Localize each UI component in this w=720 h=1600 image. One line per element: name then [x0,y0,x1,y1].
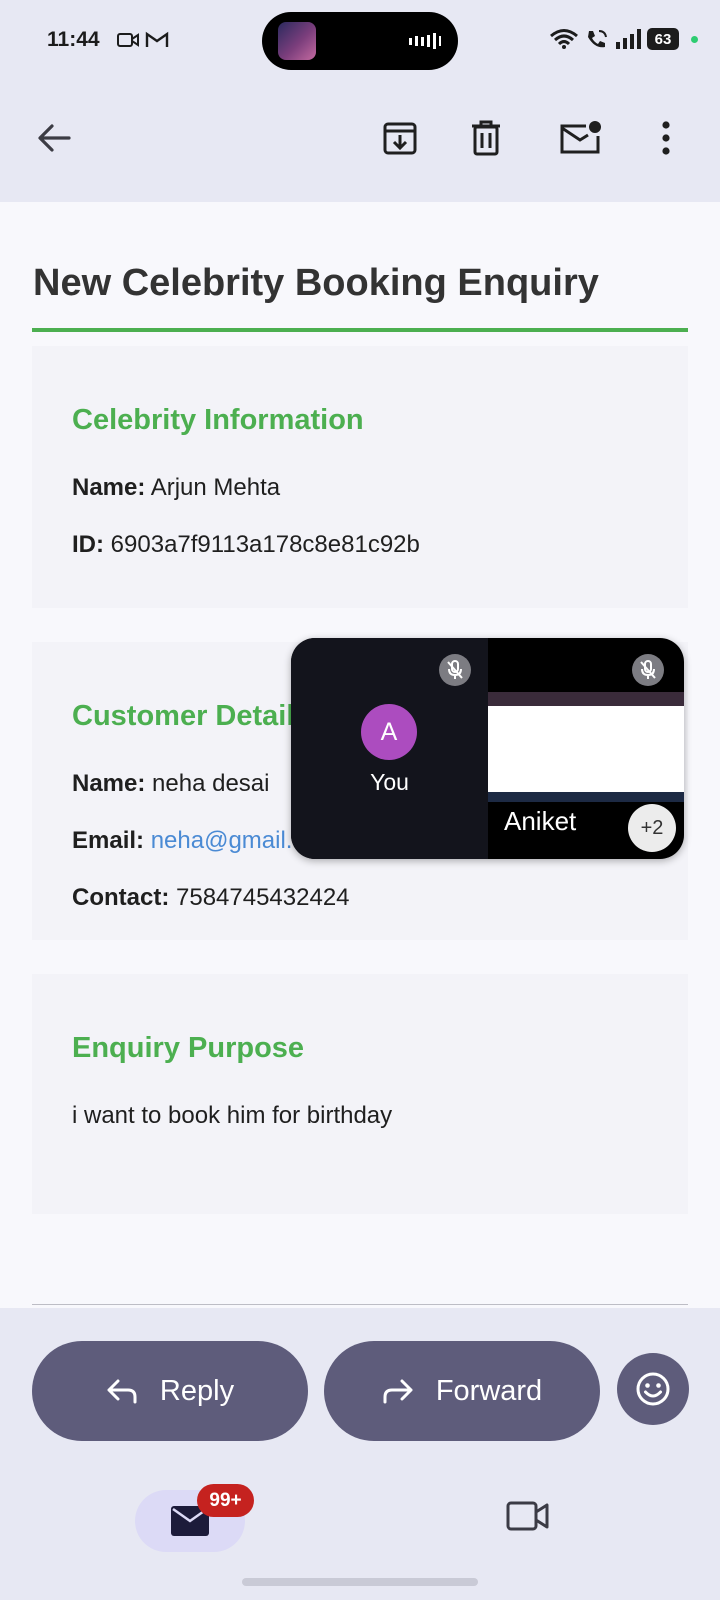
email-toolbar [0,84,720,202]
purpose-section-heading: Enquiry Purpose [72,1032,305,1064]
delete-button[interactable] [458,110,514,166]
celebrity-section-heading: Celebrity Information [72,404,364,436]
bottom-navigation: 99+ [0,1472,720,1600]
customer-contact-field: Contact: 7584745432424 [72,884,350,912]
reply-icon [107,1379,137,1404]
back-arrow-icon [38,124,71,152]
more-options-button[interactable] [638,110,694,166]
status-time: 11:44 [47,28,100,51]
self-tile[interactable]: A You [291,638,488,859]
customer-name-label: Name: [72,770,146,797]
wifi-call-icon [588,30,607,48]
customer-name-field: Name: neha desai [72,770,269,798]
participant-name: Aniket [504,806,577,836]
customer-contact-label: Contact: [72,884,170,911]
celebrity-name-label: Name: [72,474,146,501]
customer-name-value: neha desai [152,770,270,797]
status-notification-icons [117,30,169,50]
wifi-icon [550,29,578,49]
forward-label: Forward [435,1374,543,1407]
status-system-icons: 63 [549,28,698,50]
video-camera-icon [117,33,139,47]
celebrity-id-value: 6903a7f9113a178c8e81c92b [110,531,420,558]
nav-meet-tab[interactable] [506,1500,550,1537]
email-subject: New Celebrity Booking Enquiry [33,262,599,304]
audio-wave-icon [409,33,441,49]
purpose-text: i want to book him for birthday [72,1102,393,1129]
celebrity-id-label: ID: [72,531,104,558]
shared-screen-preview [488,692,684,802]
mic-off-icon [439,654,471,686]
back-button[interactable] [26,110,82,166]
avatar: A [361,704,417,760]
status-bar: 11:44 63 [0,0,720,84]
gmail-icon [145,31,169,47]
more-participants-badge[interactable]: +2 [628,804,676,852]
forward-button[interactable]: Forward [324,1341,600,1441]
home-indicator[interactable] [242,1578,478,1586]
self-label: You [370,769,409,795]
media-thumbnail [278,22,316,60]
mark-unread-button[interactable] [552,110,608,166]
reply-button[interactable]: Reply [32,1341,308,1441]
celebrity-name-field: Name: Arjun Mehta [72,474,280,502]
archive-icon [383,122,417,155]
meet-pip-window[interactable]: A You Aniket +2 [291,638,684,859]
enquiry-purpose-card: Enquiry Purpose i want to book him for b… [32,974,688,1214]
celebrity-name-value: Arjun Mehta [150,474,281,501]
reply-label: Reply [159,1374,235,1407]
title-divider [32,328,688,332]
customer-section-heading: Customer Details [72,700,311,732]
dynamic-island[interactable] [262,12,458,70]
delete-icon [472,120,500,156]
reply-action-bar: Reply Forward [0,1308,720,1472]
mic-off-icon [632,654,664,686]
battery-icon: 63 [647,28,679,50]
customer-email-label: Email: [72,827,145,854]
unread-count-badge: 99+ [197,1484,254,1517]
forward-icon [383,1379,413,1404]
smiley-icon [636,1372,670,1406]
privacy-indicator-dot [691,35,698,43]
signal-icon [616,29,641,49]
mark-unread-icon [560,121,601,154]
emoji-reaction-button[interactable] [617,1353,689,1425]
video-camera-icon [506,1501,549,1531]
content-divider [32,1304,688,1305]
celebrity-id-field: ID: 6903a7f9113a178c8e81c92b [72,531,420,559]
customer-contact-value[interactable]: 7584745432424 [176,884,350,911]
more-vert-icon [662,121,670,155]
screen-browser-tabs [488,692,684,706]
archive-button[interactable] [372,110,428,166]
celebrity-info-card: Celebrity Information Name: Arjun Mehta … [32,346,688,608]
screen-taskbar [488,792,684,802]
